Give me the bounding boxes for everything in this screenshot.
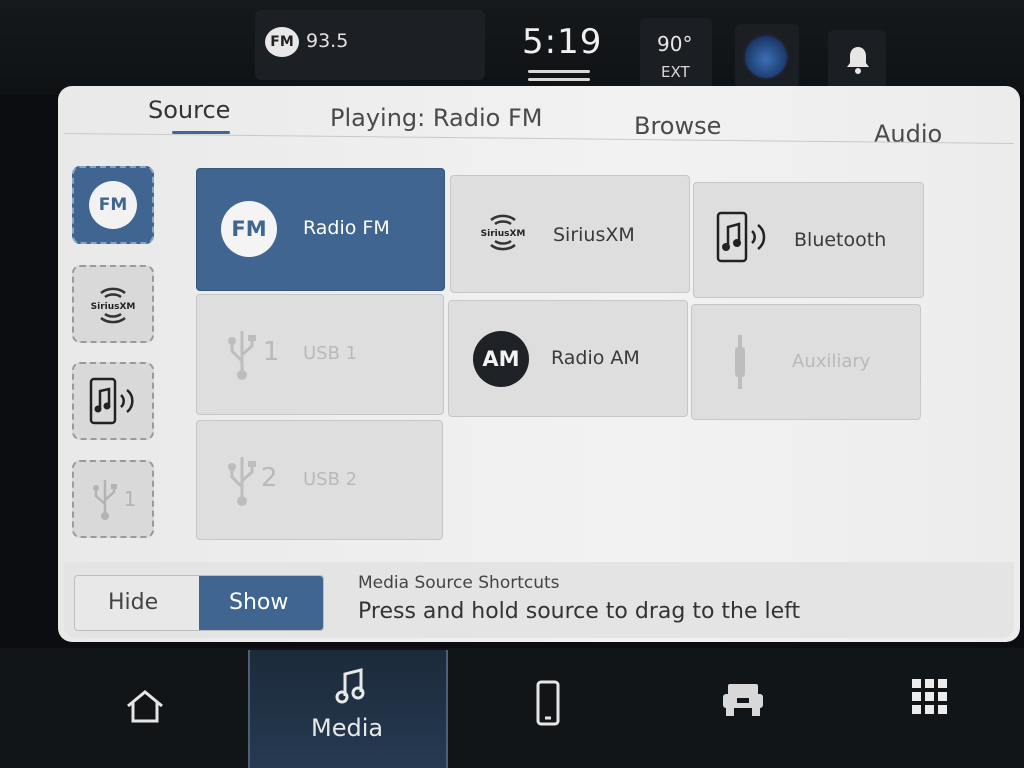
fm-icon: FM xyxy=(89,181,137,229)
svg-text:SiriusXM: SiriusXM xyxy=(91,302,136,312)
siriusxm-icon: SiriusXM xyxy=(91,287,136,324)
radio-frequency: 93.5 xyxy=(306,30,349,52)
source-radio-fm[interactable]: FM Radio FM xyxy=(196,168,445,291)
music-note-icon xyxy=(335,668,365,704)
am-icon: AM xyxy=(473,331,529,387)
temperature-label: EXT xyxy=(661,63,690,81)
source-usb2[interactable]: 2 USB 2 xyxy=(196,420,443,540)
home-icon[interactable] xyxy=(124,688,166,724)
source-label: USB 2 xyxy=(303,469,358,490)
usb-number: 1 xyxy=(123,487,137,511)
usb-number: 1 xyxy=(263,337,280,367)
siriusxm-icon: SiriusXM xyxy=(481,214,526,251)
shortcut-usb1[interactable]: 1 xyxy=(72,460,154,538)
source-auxiliary[interactable]: Auxiliary xyxy=(691,304,921,420)
outside-temperature: 90° xyxy=(657,32,693,56)
source-label: Radio FM xyxy=(303,217,390,239)
fm-band-badge: FM xyxy=(265,27,299,57)
driver-profile-icon xyxy=(743,34,789,80)
source-bluetooth[interactable]: Bluetooth xyxy=(693,182,924,298)
source-label: Radio AM xyxy=(551,347,640,369)
bell-icon xyxy=(847,47,869,74)
shortcut-siriusxm[interactable]: SiriusXM xyxy=(72,265,154,343)
bluetooth-phone-icon xyxy=(89,377,134,425)
source-usb1[interactable]: 1 USB 1 xyxy=(196,294,444,415)
nav-media-label: Media xyxy=(311,714,384,742)
clock: 5:19 xyxy=(522,22,603,62)
show-shortcuts-button[interactable]: Show xyxy=(229,590,288,615)
bluetooth-phone-icon xyxy=(716,211,766,263)
usb-icon xyxy=(92,480,117,520)
source-label: USB 1 xyxy=(303,343,358,364)
source-label: SiriusXM xyxy=(553,224,635,246)
usb-number: 2 xyxy=(261,463,278,493)
phone-icon[interactable] xyxy=(536,680,560,726)
shortcut-bluetooth[interactable] xyxy=(72,362,154,440)
apps-grid-icon[interactable] xyxy=(910,677,950,717)
tab-playing[interactable]: Playing: Radio FM xyxy=(330,104,542,132)
usb-icon xyxy=(228,457,256,506)
source-siriusxm[interactable]: SiriusXM SiriusXM xyxy=(450,175,690,293)
source-label: Bluetooth xyxy=(794,229,887,251)
fm-icon: FM xyxy=(221,201,277,257)
usb-icon xyxy=(228,331,256,380)
tab-source[interactable]: Source xyxy=(148,96,230,124)
truck-icon[interactable] xyxy=(720,680,766,720)
tab-audio[interactable]: Audio xyxy=(874,120,942,148)
source-radio-am[interactable]: AM Radio AM xyxy=(448,300,688,417)
hide-shortcuts-button[interactable]: Hide xyxy=(108,590,158,615)
tab-browse[interactable]: Browse xyxy=(634,112,721,140)
svg-text:SiriusXM: SiriusXM xyxy=(481,229,526,239)
clock-menu-handle-icon[interactable] xyxy=(528,70,590,86)
hint-title: Media Source Shortcuts xyxy=(358,573,560,593)
shortcut-fm[interactable]: FM xyxy=(72,166,154,244)
aux-jack-icon xyxy=(735,335,745,389)
source-label: Auxiliary xyxy=(792,351,871,372)
hint-text: Press and hold source to drag to the lef… xyxy=(358,599,801,624)
